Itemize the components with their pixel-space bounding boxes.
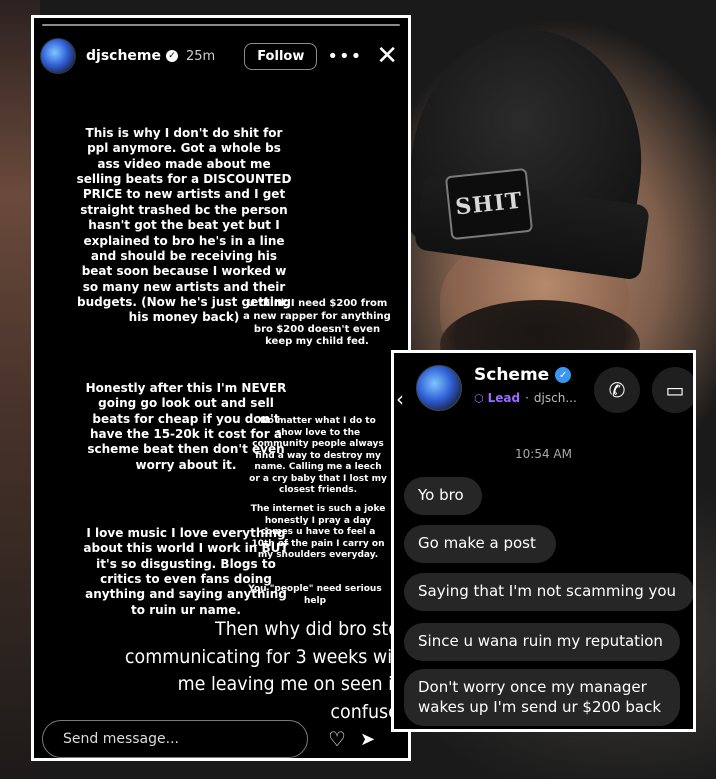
message-bubble[interactable]: Saying that I'm not scamming you (404, 573, 693, 611)
story-footer: Send message... ♡ ➤ (42, 718, 404, 758)
beanie-logo: SHIT (444, 167, 534, 241)
send-message-input[interactable]: Send message... (42, 720, 308, 758)
video-icon[interactable]: ▭ (652, 367, 693, 413)
story-content: djscheme ✓ 25m Follow ••• ✕ This is why … (34, 18, 408, 758)
dm-handle: djsch... (533, 391, 577, 405)
story-screenshot: djscheme ✓ 25m Follow ••• ✕ This is why … (31, 15, 411, 761)
overlay-caption: Then why did bro stop communicating for … (124, 618, 408, 724)
share-icon[interactable]: ➤ (360, 729, 375, 750)
message-bubble[interactable]: Since u wana ruin my reputation (404, 623, 680, 661)
close-icon[interactable]: ✕ (376, 43, 398, 69)
message-bubble[interactable]: Go make a post (404, 525, 556, 563)
avatar[interactable] (416, 365, 462, 411)
back-arrow-icon[interactable]: ‹ (396, 387, 404, 411)
story-progress-bar (42, 24, 400, 26)
story-text-side-1: U think I need $200 from a new rapper fo… (243, 298, 391, 348)
lead-icon: ⬡ (474, 391, 484, 405)
story-time: 25m (186, 48, 216, 64)
story-text-side-2: No matter what I do to show love to the … (249, 416, 387, 496)
story-text-main-1: This is why I don't do shit for ppl anym… (76, 126, 292, 325)
message-bubble[interactable]: Yo bro (404, 477, 482, 515)
dm-name-text: Scheme (474, 365, 550, 385)
dm-content: ‹ Scheme ✓ ⬡ Lead · djsch... ✆ ▭ 10:54 A… (394, 353, 693, 729)
dm-subtitle: ⬡ Lead · djsch... (474, 391, 577, 405)
story-text-side-4: You "people" need serious help (248, 584, 382, 606)
story-header: djscheme ✓ 25m Follow ••• ✕ (40, 36, 402, 76)
dm-role: Lead (487, 391, 521, 405)
story-username[interactable]: djscheme (86, 48, 161, 64)
verified-icon: ✓ (166, 50, 178, 62)
message-timestamp: 10:54 AM (515, 447, 572, 461)
avatar[interactable] (40, 38, 76, 74)
phone-icon[interactable]: ✆ (594, 367, 640, 413)
story-text-side-3: The internet is such a joke honestly I p… (250, 504, 386, 561)
dm-contact-name[interactable]: Scheme ✓ (474, 365, 572, 385)
message-bubble[interactable]: Don't worry once my manager wakes up I'm… (404, 669, 680, 726)
separator-dot: · (525, 391, 529, 405)
verified-icon: ✓ (555, 367, 572, 383)
dm-screenshot: ‹ Scheme ✓ ⬡ Lead · djsch... ✆ ▭ 10:54 A… (391, 350, 696, 732)
more-options-icon[interactable]: ••• (327, 46, 362, 67)
heart-icon[interactable]: ♡ (328, 727, 346, 751)
follow-button[interactable]: Follow (244, 42, 318, 70)
